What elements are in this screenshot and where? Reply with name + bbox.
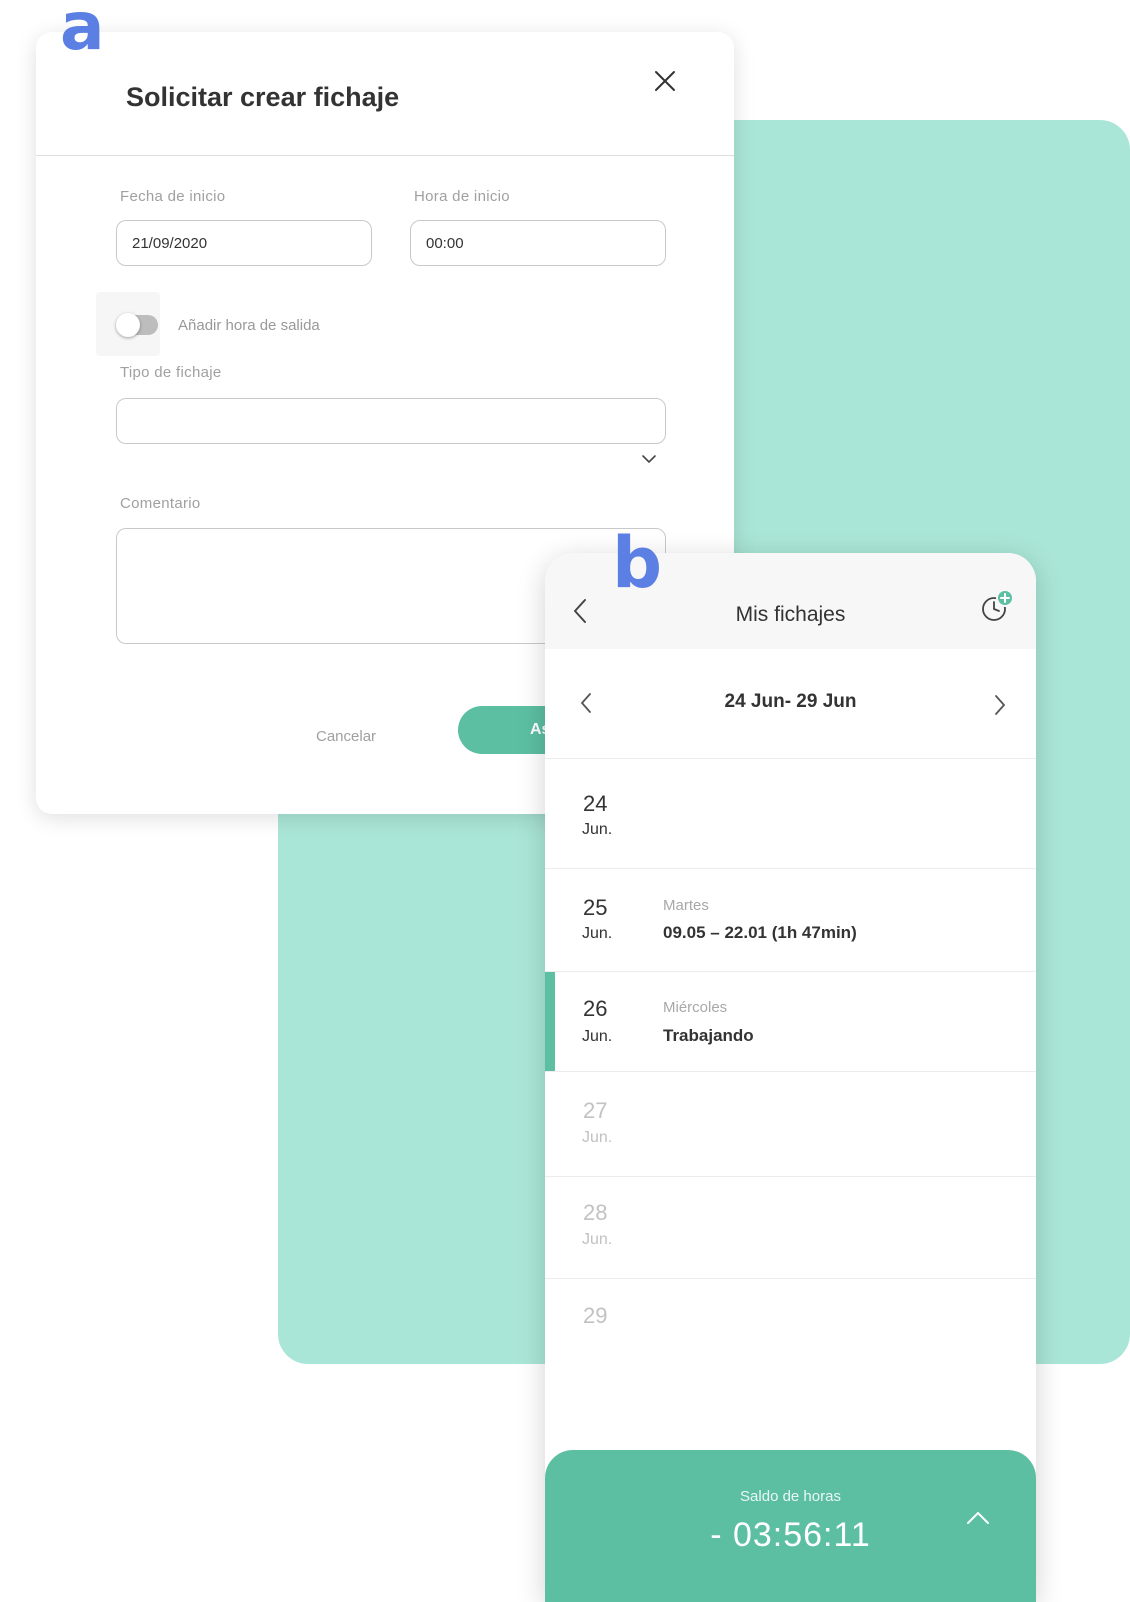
day-number: 24	[583, 791, 608, 816]
day-row[interactable]: 25 Jun. Martes 09.05 – 22.01 (1h 47min)	[545, 869, 1036, 972]
dialog-header: Solicitar crear fichaje	[36, 32, 734, 156]
day-month: Jun.	[582, 1231, 613, 1248]
hours-balance-panel[interactable]: Saldo de horas - 03:56:11	[545, 1450, 1036, 1602]
mobile-screen: Mis fichajes 24 Jun- 29 Jun 24 Jun. 25 J…	[545, 553, 1036, 1602]
clock-add-icon[interactable]	[978, 589, 1014, 625]
day-status: Trabajando	[663, 1026, 754, 1045]
day-row[interactable]: 27 Jun.	[545, 1072, 1036, 1177]
dialog-title: Solicitar crear fichaje	[126, 82, 400, 112]
start-date-value: 21/09/2020	[132, 234, 208, 252]
day-month: Jun.	[582, 1129, 613, 1146]
day-number: 29	[583, 1303, 608, 1328]
day-number: 25	[583, 895, 608, 920]
day-row[interactable]: 24 Jun.	[545, 759, 1036, 869]
panel-label-a: a	[60, 0, 105, 65]
day-row[interactable]: 29	[545, 1279, 1036, 1399]
panel-label-b: b	[612, 522, 663, 604]
close-icon[interactable]	[650, 66, 680, 96]
start-date-label: Fecha de inicio	[120, 188, 226, 205]
comment-label: Comentario	[120, 495, 201, 512]
start-time-label: Hora de inicio	[414, 188, 510, 205]
start-date-input[interactable]: 21/09/2020	[116, 220, 372, 266]
active-day-indicator	[545, 972, 555, 1071]
day-row[interactable]: 28 Jun.	[545, 1177, 1036, 1279]
balance-value: - 03:56:11	[710, 1516, 871, 1554]
chevron-up-icon[interactable]	[965, 1510, 991, 1526]
day-row-active[interactable]: 26 Jun. Miércoles Trabajando	[545, 972, 1036, 1072]
start-time-value: 00:00	[426, 234, 464, 252]
screen-title: Mis fichajes	[735, 603, 846, 626]
type-label: Tipo de fichaje	[120, 364, 222, 381]
day-number: 26	[583, 996, 608, 1021]
start-time-input[interactable]: 00:00	[410, 220, 666, 266]
chevron-right-icon[interactable]	[993, 693, 1007, 717]
day-time-range: 09.05 – 22.01 (1h 47min)	[663, 923, 857, 942]
week-range: 24 Jun- 29 Jun	[724, 691, 857, 712]
day-number: 27	[583, 1098, 608, 1123]
type-select[interactable]	[116, 398, 666, 444]
day-number: 28	[583, 1200, 608, 1225]
chevron-down-icon	[642, 455, 656, 464]
day-month: Jun.	[582, 925, 613, 942]
toggle-label: Añadir hora de salida	[178, 317, 320, 334]
day-weekday: Miércoles	[663, 999, 728, 1016]
cancel-button[interactable]: Cancelar	[316, 728, 376, 745]
week-navigator: 24 Jun- 29 Jun	[545, 649, 1036, 759]
balance-label: Saldo de horas	[740, 1488, 841, 1505]
day-month: Jun.	[582, 1028, 613, 1045]
day-weekday: Martes	[663, 897, 709, 914]
day-month: Jun.	[582, 821, 613, 838]
toggle-knob[interactable]	[116, 313, 140, 337]
